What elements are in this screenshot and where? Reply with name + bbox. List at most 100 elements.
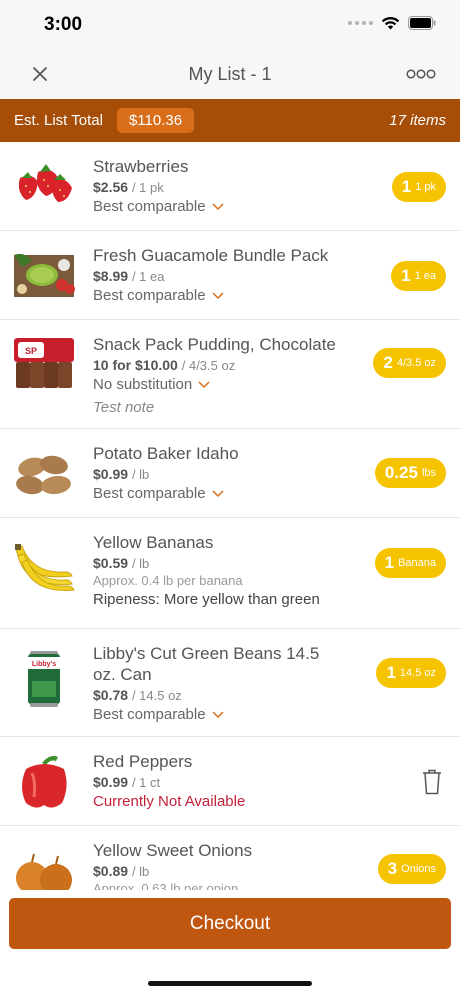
potato-image — [16, 455, 71, 495]
price-value: 10 for $10.00 — [93, 357, 178, 373]
quantity-badge[interactable]: 2 4/3.5 oz — [373, 348, 446, 378]
quantity-value: 1 — [386, 663, 396, 682]
substitution-label: No substitution — [93, 376, 193, 393]
total-label: Est. List Total — [14, 112, 103, 129]
substitution-selector[interactable]: Best comparable — [93, 198, 350, 215]
item-name: Yellow Bananas — [93, 533, 214, 552]
onion-image — [16, 853, 72, 890]
approx-weight: Approx. 0.4 lb per banana — [93, 573, 243, 588]
svg-text:Libby's: Libby's — [32, 661, 56, 668]
list-item-guacamole[interactable]: Fresh Guacamole Bundle Pack $8.99 / 1 ea… — [0, 231, 460, 320]
price-unit: / 1 ct — [131, 775, 161, 790]
substitution-selector[interactable]: Best comparable — [93, 485, 350, 502]
list-item-red-peppers[interactable]: Red Peppers $0.99 / 1 ct Currently Not A… — [0, 737, 460, 826]
substitution-label: Best comparable — [93, 706, 206, 723]
pudding-image: SP — [14, 338, 74, 388]
item-name: Strawberries — [93, 157, 189, 176]
item-price: 10 for $10.00 / 4/3.5 oz — [93, 357, 350, 373]
quantity-unit: 14.5 oz — [399, 667, 436, 679]
item-price: $8.99 / 1 ea — [93, 268, 350, 284]
strawberry-image — [18, 164, 72, 202]
nav-bar: My List - 1 — [0, 50, 460, 99]
quantity-badge[interactable]: 0.25 lbs — [374, 458, 446, 488]
chevron-down-icon — [212, 489, 224, 497]
price-value: $2.56 — [93, 179, 129, 195]
substitution-label: Best comparable — [93, 198, 206, 215]
quantity-value: 3 — [387, 859, 398, 878]
status-bar: 3:00 — [0, 0, 460, 50]
list-item-strawberries[interactable]: Strawberries $2.56 / 1 pk Best comparabl… — [0, 142, 460, 231]
quantity-value: 1 — [401, 177, 412, 196]
item-price: $2.56 / 1 pk — [93, 179, 350, 195]
status-time: 3:00 — [44, 14, 83, 35]
substitution-label: Best comparable — [93, 287, 206, 304]
item-name-line-2: oz. Can — [93, 665, 152, 684]
price-unit: / 14.5 oz — [131, 688, 182, 703]
price-unit: / 4/3.5 oz — [181, 358, 236, 373]
list-item-bananas[interactable]: Yellow Bananas $0.59 / lb Approx. 0.4 lb… — [0, 518, 460, 629]
cellular-signal-icon — [348, 21, 373, 25]
checkout-button[interactable]: Checkout — [9, 898, 451, 949]
item-price: $0.99 / 1 ct — [93, 774, 350, 790]
quantity-badge[interactable]: 1 14.5 oz — [376, 658, 446, 688]
ripeness-preference[interactable]: Ripeness: More yellow than green — [93, 591, 320, 608]
item-price: $0.59 / lb — [93, 555, 350, 571]
item-name: Fresh Guacamole Bundle Pack — [93, 246, 329, 265]
availability-status: Currently Not Available — [93, 793, 246, 810]
item-name: Snack Pack Pudding, Chocolate — [93, 335, 336, 354]
list-item-pudding[interactable]: SP Snack Pack Pudding, Chocolate 10 for … — [0, 320, 460, 429]
chevron-down-icon — [212, 291, 224, 299]
quantity-badge[interactable]: 11 pk — [391, 172, 446, 202]
price-unit: / lb — [131, 467, 150, 482]
list-item-green-beans[interactable]: Libby's Libby's Cut Green Beans 14.5 oz. … — [0, 629, 460, 737]
price-unit: / 1 ea — [131, 269, 165, 284]
chevron-down-icon — [212, 202, 224, 210]
quantity-badge[interactable]: 3 Onions — [377, 854, 446, 884]
quantity-value: 2 — [383, 353, 393, 372]
red-pepper-image — [22, 755, 67, 808]
page-title: My List - 1 — [188, 64, 272, 84]
quantity-unit: 1 ea — [414, 270, 436, 282]
chevron-down-icon — [212, 710, 224, 718]
price-value: $0.99 — [93, 466, 129, 482]
price-value: $0.89 — [93, 863, 129, 879]
price-value: $8.99 — [93, 268, 129, 284]
total-amount-badge: $110.36 — [116, 108, 195, 133]
home-indicator — [148, 981, 312, 986]
banana-image — [15, 544, 75, 591]
quantity-badge[interactable]: 11 ea — [391, 261, 446, 291]
guacamole-image — [14, 253, 75, 297]
quantity-unit: 1 pk — [415, 181, 436, 193]
svg-text:SP: SP — [25, 346, 37, 356]
quantity-value: 0.25 — [384, 463, 418, 482]
item-price: $0.89 / lb — [93, 863, 350, 879]
item-name: Red Peppers — [93, 752, 193, 771]
price-value: $0.99 — [93, 774, 129, 790]
quantity-value: 1 — [401, 266, 411, 285]
item-name-line-1: Libby's Cut Green Beans 14.5 — [93, 644, 320, 663]
quantity-value: 1 — [384, 553, 395, 572]
quantity-unit: Onions — [401, 863, 436, 875]
price-unit: / lb — [131, 556, 150, 571]
price-value: $0.78 — [93, 687, 129, 703]
price-unit: / lb — [131, 864, 150, 879]
quantity-unit: Banana — [398, 557, 436, 569]
item-name: Yellow Sweet Onions — [93, 841, 253, 860]
more-options-icon[interactable] — [406, 66, 436, 82]
shopping-list: Strawberries $2.56 / 1 pk Best comparabl… — [0, 142, 460, 890]
price-value: $0.59 — [93, 555, 129, 571]
chevron-down-icon — [198, 380, 210, 388]
list-item-potato[interactable]: Potato Baker Idaho $0.99 / lb Best compa… — [0, 429, 460, 518]
list-item-onions[interactable]: Yellow Sweet Onions $0.89 / lb Approx. 0… — [0, 826, 460, 890]
item-name: Potato Baker Idaho — [93, 444, 239, 463]
item-price: $0.78 / 14.5 oz — [93, 687, 350, 703]
substitution-selector[interactable]: No substitution — [93, 376, 350, 393]
substitution-selector[interactable]: Best comparable — [93, 706, 350, 723]
trash-icon[interactable] — [422, 769, 442, 795]
substitution-selector[interactable]: Best comparable — [93, 287, 350, 304]
approx-weight: Approx. 0.63 lb per onion — [93, 881, 239, 890]
quantity-badge[interactable]: 1 Banana — [374, 548, 446, 578]
item-count: 17 items — [389, 112, 446, 129]
battery-icon — [408, 16, 436, 30]
status-icons — [348, 16, 436, 30]
